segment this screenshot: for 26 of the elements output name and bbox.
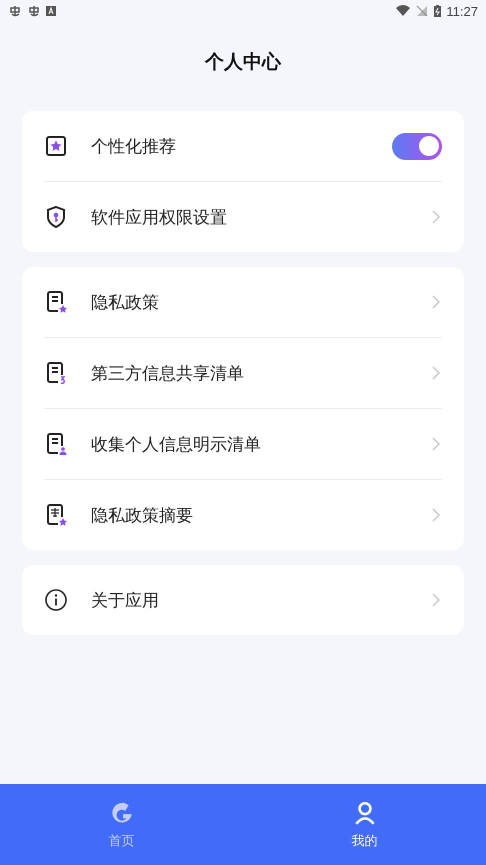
info-icon [44, 588, 68, 612]
menu-item-label: 个性化推荐 [91, 136, 177, 158]
battery-icon [434, 5, 442, 17]
chevron-right-icon [432, 210, 440, 224]
document-icon [44, 361, 68, 385]
status-time: 11:27 [446, 4, 478, 18]
chevron-right-icon [432, 593, 440, 607]
chevron-right-icon [432, 508, 440, 522]
toggle-switch[interactable] [392, 132, 442, 160]
menu-item-label[interactable]: 收集个人信息明示清单 [91, 432, 432, 456]
document-icon [44, 290, 68, 314]
wifi-icon [396, 5, 410, 17]
no-signal-icon [415, 5, 430, 17]
menu-item-label[interactable]: 隐私政策摘要 [91, 504, 432, 526]
page-title: 个人中心 [204, 50, 282, 75]
shield-key-icon [44, 205, 68, 229]
menu-item-label[interactable]: 软件应用权限设置 [91, 206, 432, 228]
chevron-right-icon [432, 295, 440, 309]
document-icon [44, 432, 68, 456]
document-icon [44, 503, 68, 527]
chevron-right-icon [432, 437, 440, 451]
chevron-right-icon [432, 366, 440, 380]
menu-item-label[interactable]: 第三方信息共享清单 [91, 362, 432, 384]
nav-tab[interactable]: 我的 [243, 784, 486, 865]
menu-item-label[interactable]: 隐私政策 [91, 290, 432, 314]
menu-item-label[interactable]: 关于应用 [91, 588, 432, 612]
